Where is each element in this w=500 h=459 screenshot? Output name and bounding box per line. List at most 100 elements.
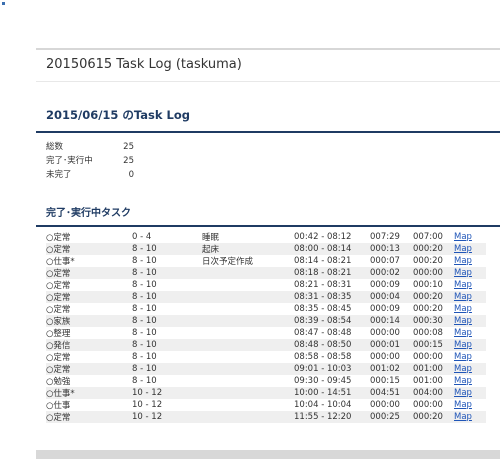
task-estimate: 001:00	[413, 363, 454, 375]
map-link[interactable]: Map	[454, 388, 472, 398]
task-span: 08:00 - 08:14	[294, 243, 370, 255]
task-estimate: 000:20	[413, 411, 454, 423]
table-row: ○定常 8 - 10 起床 08:00 - 08:14 000:13 000:20 Map	[46, 243, 486, 255]
task-estimate: 000:20	[413, 256, 443, 266]
task-name	[202, 267, 294, 279]
table-row: ○仕事* 8 - 10 日次予定作成 08:14 - 08:21 000:07 000:2…	[46, 255, 486, 267]
task-estimate: 000:00	[413, 267, 454, 279]
map-link[interactable]: Map	[454, 280, 472, 290]
table-row: ○勉強 8 - 10 09:30 - 09:45 000:15 001:00 Map	[46, 375, 486, 387]
table-row: ○定常 8 - 10 08:21 - 08:31 000:09 000:10 Map	[46, 279, 486, 291]
table-row: ○整理 8 - 10 08:47 - 08:48 000:00 000:08 Map	[46, 327, 486, 339]
task-timeslot: 8 - 10	[132, 291, 202, 303]
task-timeslot: 8 - 10	[132, 376, 157, 386]
table-row: ○発信 8 - 10 08:48 - 08:50 000:01 000:15 Map	[46, 339, 486, 351]
summary-row-total: 総数 25	[46, 140, 134, 154]
task-category: ○家族	[46, 315, 132, 327]
task-timeslot: 8 - 10	[132, 243, 202, 255]
map-link[interactable]: Map	[454, 244, 472, 254]
task-duration: 000:09	[370, 304, 400, 314]
task-category: ○定常	[46, 291, 132, 303]
task-timeslot: 10 - 12	[132, 400, 163, 410]
title-bar: 20150615 Task Log (taskuma)	[36, 48, 500, 82]
task-map-cell: Map	[454, 339, 486, 351]
task-estimate: 007:00	[413, 232, 443, 242]
summary-row-done: 完了･実行中 25	[46, 154, 134, 168]
task-name	[202, 399, 294, 411]
map-link[interactable]: Map	[454, 268, 472, 278]
task-name	[202, 279, 294, 291]
task-map-cell: Map	[454, 399, 486, 411]
task-name	[202, 327, 294, 339]
task-estimate: 000:00	[413, 352, 443, 362]
task-span: 08:48 - 08:50	[294, 339, 370, 351]
task-estimate: 004:00	[413, 387, 454, 399]
map-link[interactable]: Map	[454, 316, 472, 326]
map-link[interactable]: Map	[454, 340, 472, 350]
task-duration: 000:15	[370, 376, 400, 386]
task-span: 10:00 - 14:51	[294, 387, 370, 399]
task-duration: 000:14	[370, 315, 413, 327]
task-duration: 000:25	[370, 411, 413, 423]
task-category: ○定常	[46, 363, 132, 375]
table-row: ○定常 8 - 10 08:18 - 08:21 000:02 000:00 Map	[46, 267, 486, 279]
task-estimate: 000:30	[413, 315, 454, 327]
horizontal-scrollbar[interactable]	[36, 450, 500, 459]
task-span: 08:18 - 08:21	[294, 267, 370, 279]
task-name	[202, 303, 294, 315]
table-row: ○家族 8 - 10 08:39 - 08:54 000:14 000:30 Map	[46, 315, 486, 327]
task-map-cell: Map	[454, 327, 486, 339]
task-duration: 000:02	[370, 267, 413, 279]
task-name: 睡眠	[202, 233, 220, 243]
map-link[interactable]: Map	[454, 352, 472, 362]
task-timeslot: 8 - 10	[132, 363, 202, 375]
task-duration: 000:04	[370, 291, 413, 303]
task-span: 08:31 - 08:35	[294, 291, 370, 303]
task-map-cell: Map	[454, 279, 486, 291]
map-link[interactable]: Map	[454, 364, 472, 374]
map-link[interactable]: Map	[454, 304, 472, 314]
table-row: ○仕事 10 - 12 10:04 - 10:04 000:00 000:00 Map	[46, 399, 486, 411]
map-link[interactable]: Map	[454, 256, 472, 266]
task-name: 日次予定作成	[202, 257, 254, 267]
log-heading: 2015/06/15 のTask Log	[46, 108, 190, 122]
task-name	[202, 387, 294, 399]
task-span: 00:42 - 08:12	[294, 232, 352, 242]
task-span: 11:55 - 12:20	[294, 411, 370, 423]
summary-value: 25	[123, 156, 134, 166]
task-duration: 000:09	[370, 280, 400, 290]
task-name	[202, 411, 294, 423]
task-duration: 007:29	[370, 232, 400, 242]
task-table: ○定常 0 - 4 睡眠 00:42 - 08:12 007:29 007:00 Map ○定…	[46, 231, 486, 423]
task-span: 09:01 - 10:03	[294, 363, 370, 375]
table-row: ○仕事* 10 - 12 10:00 - 14:51 004:51 004:00 Map	[46, 387, 486, 399]
task-estimate: 000:10	[413, 280, 443, 290]
task-estimate: 000:20	[413, 304, 443, 314]
task-duration: 000:13	[370, 243, 413, 255]
map-link[interactable]: Map	[454, 328, 472, 338]
summary-label: 総数	[46, 142, 64, 152]
task-category: ○定常	[46, 267, 132, 279]
map-link[interactable]: Map	[454, 412, 472, 422]
map-link[interactable]: Map	[454, 232, 472, 242]
task-span: 10:04 - 10:04	[294, 400, 352, 410]
map-link[interactable]: Map	[454, 292, 472, 302]
summary-value: 25	[123, 142, 134, 152]
task-map-cell: Map	[454, 375, 486, 387]
task-category: ○定常	[46, 305, 71, 315]
task-duration: 000:00	[370, 400, 400, 410]
task-category: ○定常	[46, 243, 132, 255]
task-map-cell: Map	[454, 411, 486, 423]
task-timeslot: 8 - 10	[132, 304, 157, 314]
task-category: ○仕事*	[46, 387, 132, 399]
task-span: 08:14 - 08:21	[294, 256, 352, 266]
task-span: 08:35 - 08:45	[294, 304, 352, 314]
map-link[interactable]: Map	[454, 400, 472, 410]
task-estimate: 000:08	[413, 328, 443, 338]
task-duration: 000:07	[370, 256, 400, 266]
task-duration: 004:51	[370, 387, 413, 399]
task-category: ○仕事*	[46, 257, 75, 267]
task-category: ○定常	[46, 411, 132, 423]
map-link[interactable]: Map	[454, 376, 472, 386]
task-timeslot: 8 - 10	[132, 315, 202, 327]
